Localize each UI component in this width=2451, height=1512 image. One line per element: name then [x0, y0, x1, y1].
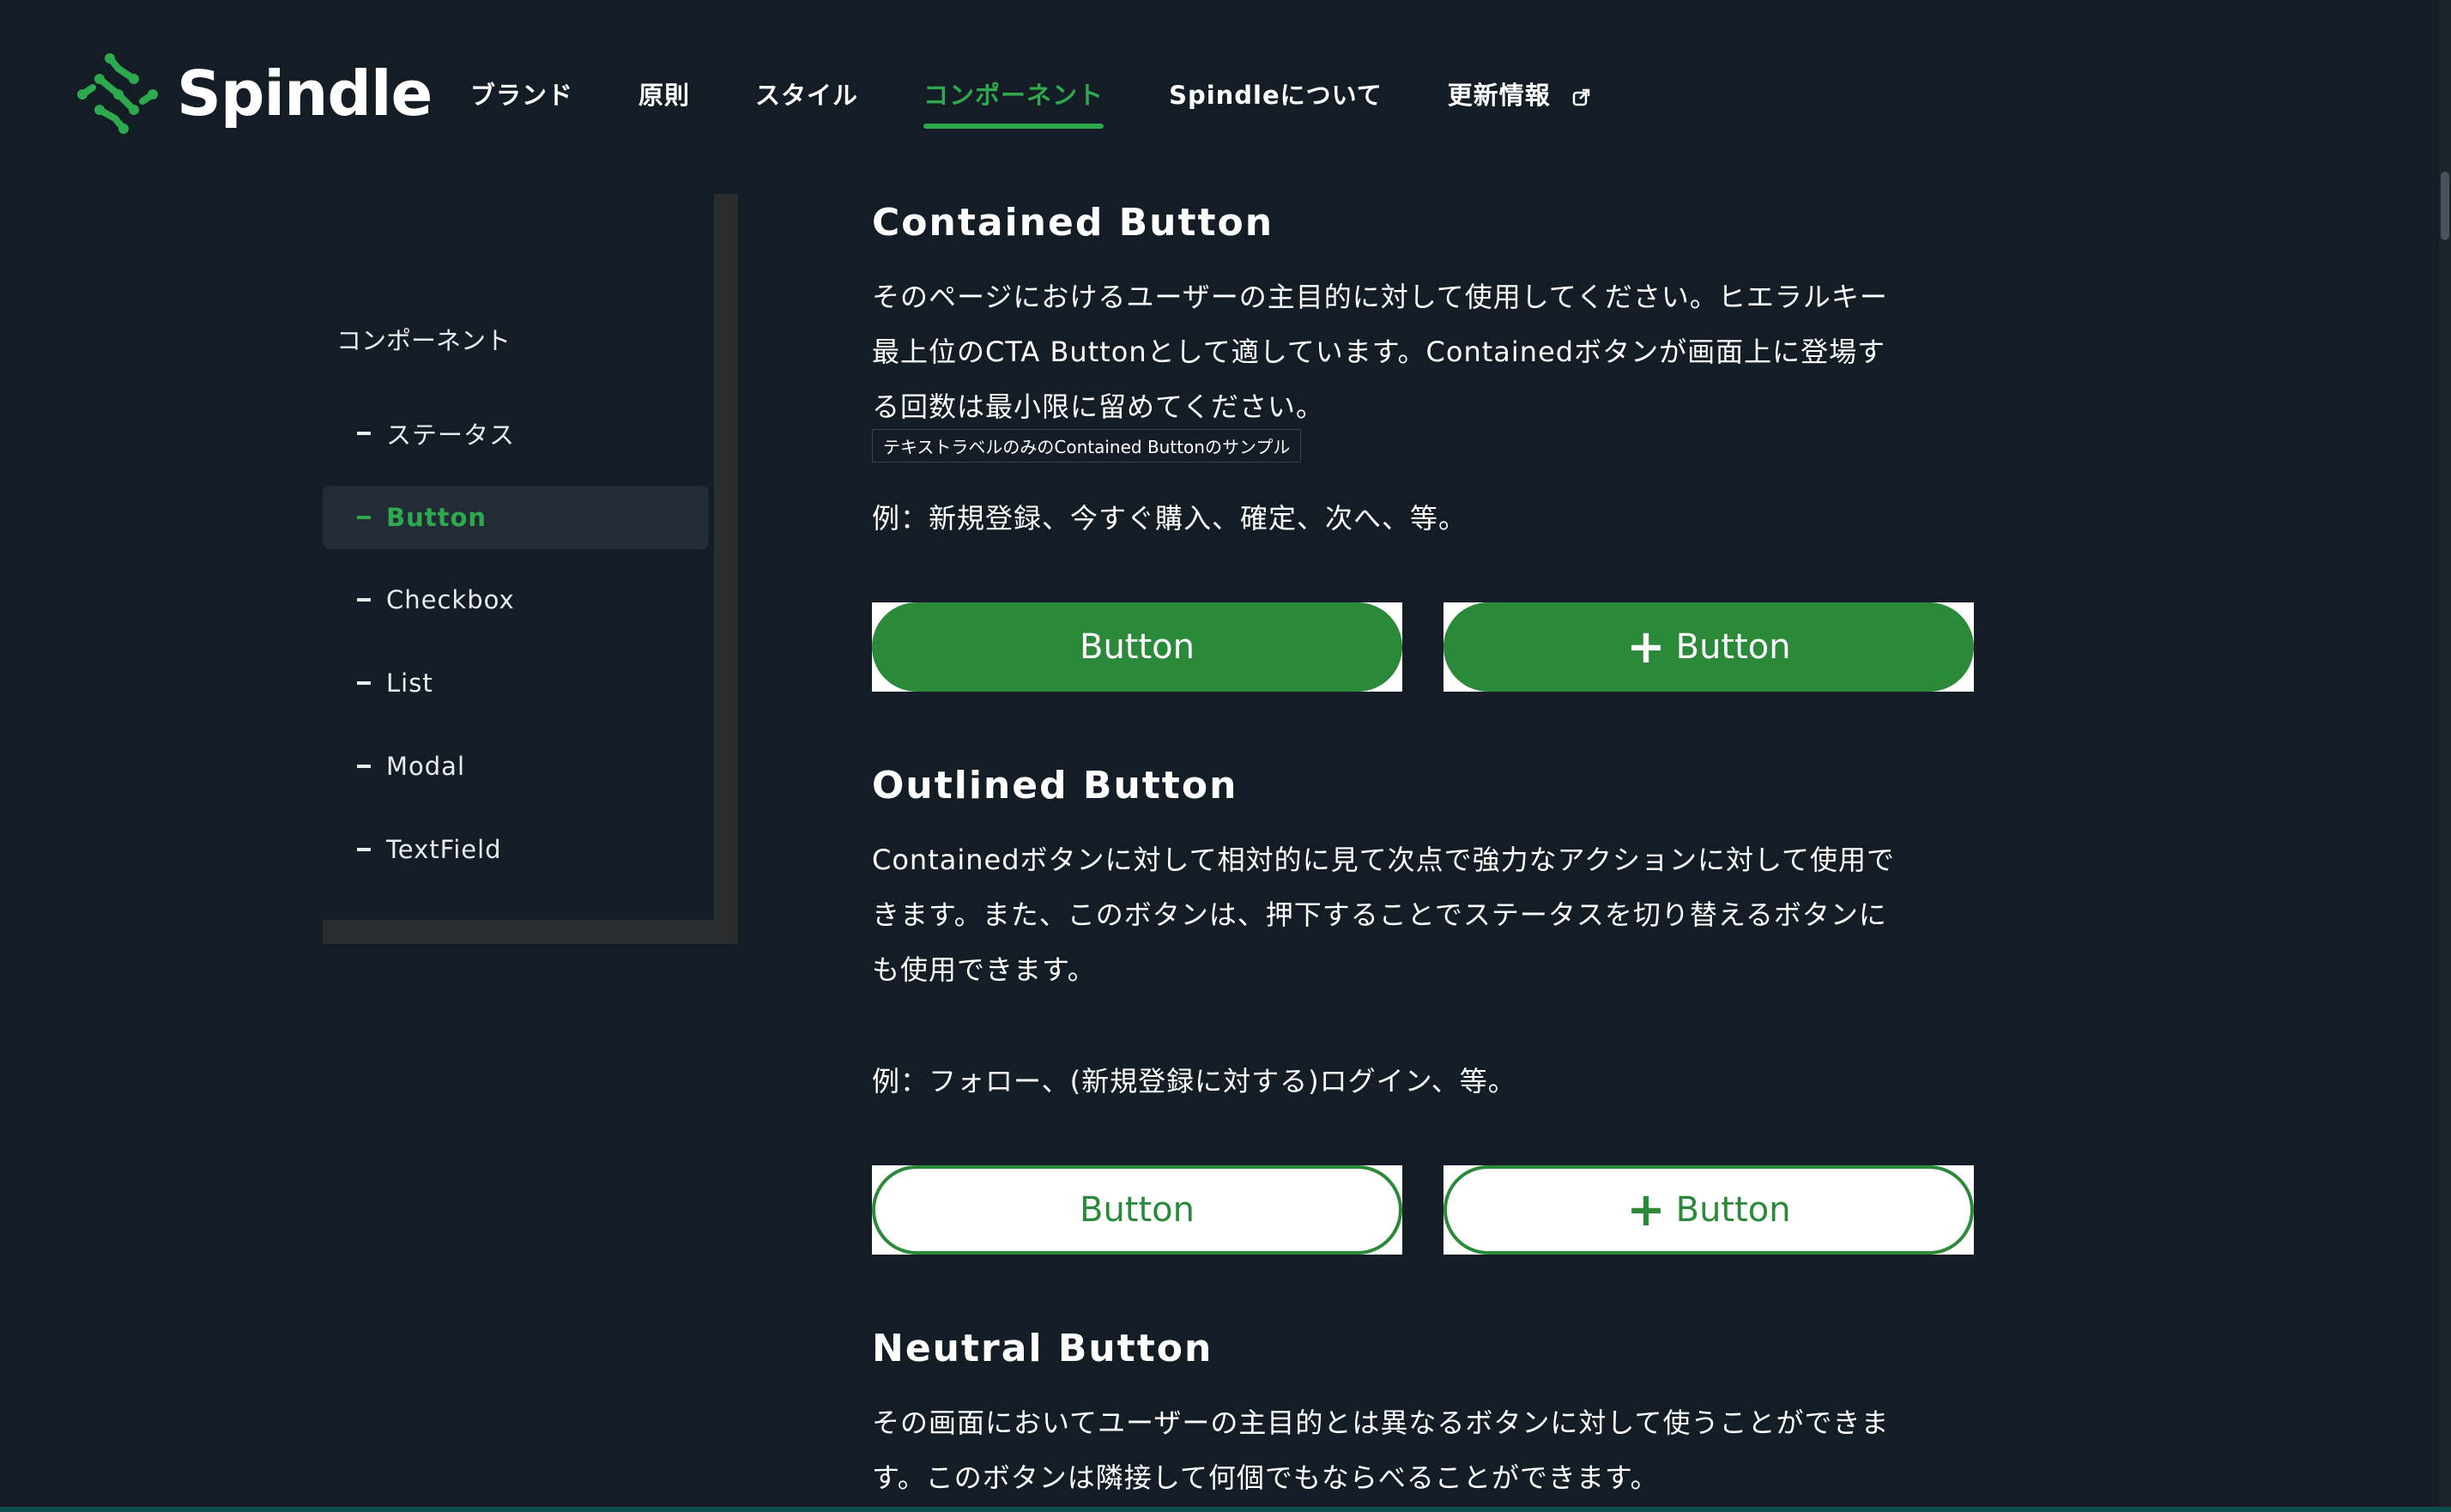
dash-icon — [357, 432, 371, 435]
contained-desc-line-2: 最上位のCTA Buttonとして適しています。Containedボタンが画面上… — [872, 336, 1886, 368]
outlined-button-section: Outlined Button — [872, 767, 1970, 805]
nav-item-about-spindle[interactable]: Spindleについて — [1169, 76, 1383, 112]
contained-desc-line-1: そのページにおけるユーザーの主目的に対して使用してください。ヒエラルキー — [872, 281, 1888, 313]
outlined-desc-line-1: Containedボタンに対して相対的に見て次点で強力なアクションに対して使用で — [872, 844, 1896, 876]
neutral-description: その画面においてユーザーの主目的とは異なるボタンに対して使うことができま す。こ… — [872, 1395, 1970, 1505]
section-title-contained: Contained Button — [872, 201, 1274, 245]
plus-icon: + — [1626, 620, 1666, 674]
nav-item-style[interactable]: スタイル — [755, 76, 858, 112]
sidebar-item-list[interactable]: List — [323, 651, 709, 715]
sidebar: コンポーネント ステータス Button Checkbox List Modal… — [323, 194, 738, 944]
outlined-description: Containedボタンに対して相対的に見て次点で強力なアクションに対して使用で… — [872, 832, 1970, 997]
sidebar-item-label: Modal — [386, 752, 465, 781]
dash-icon — [357, 681, 371, 685]
page-scrollbar-thumb[interactable] — [2441, 172, 2449, 240]
dash-icon — [357, 598, 371, 602]
contained-icon-button[interactable]: + Button — [1443, 602, 1974, 692]
sidebar-item-modal[interactable]: Modal — [323, 735, 709, 798]
main-nav: ブランド 原則 スタイル コンポーネント Spindleについて 更新情報 — [470, 76, 1656, 129]
outlined-example: 例：フォロー、(新規登録に対する)ログイン、等。 — [872, 1054, 1970, 1109]
nav-item-updates[interactable]: 更新情報 — [1448, 76, 1591, 112]
outlined-button-sample-frame: Button — [872, 1165, 1402, 1255]
nav-item-updates-label: 更新情報 — [1447, 81, 1551, 110]
outlined-button[interactable]: Button — [872, 1165, 1402, 1255]
spindle-logo[interactable]: Spindle — [74, 48, 433, 139]
neutral-button-section: Neutral Button — [872, 1330, 1970, 1368]
button-label: Button — [1675, 627, 1791, 667]
button-label: Button — [1080, 1190, 1195, 1230]
contained-desc-line-3: る回数は最小限に留めてください。 — [872, 390, 1325, 423]
bottom-edge-bar — [0, 1507, 2451, 1512]
app-root: Spindle ブランド 原則 スタイル コンポーネント Spindleについて… — [0, 0, 2451, 1512]
neutral-desc-line-1: その画面においてユーザーの主目的とは異なるボタンに対して使うことができま — [872, 1406, 1890, 1439]
contained-description: そのページにおけるユーザーの主目的に対して使用してください。ヒエラルキー 最上位… — [872, 269, 1970, 434]
sidebar-item-label: Button — [386, 503, 487, 532]
sidebar-item-textfield[interactable]: TextField — [323, 818, 709, 881]
dash-icon — [357, 765, 371, 768]
sidebar-heading: コンポーネント — [336, 326, 511, 355]
external-link-icon — [1572, 88, 1590, 106]
outlined-icon-button[interactable]: + Button — [1443, 1165, 1974, 1255]
sidebar-item-status[interactable]: ステータス — [323, 402, 709, 465]
contained-example: 例：新規登録、今すぐ購入、確定、次へ、等。 — [872, 491, 1970, 546]
nav-item-components[interactable]: コンポーネント — [923, 76, 1104, 129]
sidebar-item-button[interactable]: Button — [323, 486, 709, 549]
contained-buttons-row: Button + Button — [872, 602, 1974, 692]
sidebar-item-label: ステータス — [386, 420, 516, 450]
neutral-desc-line-2: す。このボタンは隣接して何個でもならべることができます。 — [872, 1461, 1659, 1494]
site-header: Spindle ブランド 原則 スタイル コンポーネント Spindleについて… — [0, 0, 2451, 189]
outlined-desc-line-3: も使用できます。 — [872, 953, 1096, 986]
sidebar-item-label: Checkbox — [386, 585, 515, 614]
outlined-buttons-row: Button + Button — [872, 1165, 1974, 1255]
button-label: Button — [1080, 627, 1195, 667]
dash-icon — [357, 848, 371, 851]
logo-wordmark: Spindle — [177, 57, 433, 130]
page-scrollbar[interactable] — [2439, 0, 2451, 1512]
sidebar-item-label: TextField — [386, 835, 502, 864]
contained-icon-button-sample-frame: + Button — [1443, 602, 1974, 692]
spindle-logo-icon — [77, 53, 158, 134]
nav-item-principles[interactable]: 原則 — [638, 76, 690, 112]
plus-icon: + — [1626, 1182, 1666, 1237]
button-label: Button — [1675, 1190, 1791, 1230]
contained-sample-tooltip: テキストラベルのみのContained Buttonのサンプル — [872, 429, 1302, 463]
contained-button[interactable]: Button — [872, 602, 1402, 692]
sidebar-item-checkbox[interactable]: Checkbox — [323, 568, 709, 632]
dash-icon — [357, 516, 371, 519]
section-title-outlined: Outlined Button — [872, 764, 1238, 807]
sidebar-item-label: List — [386, 668, 433, 698]
contained-button-sample-frame: Button — [872, 602, 1402, 692]
section-title-neutral: Neutral Button — [872, 1327, 1213, 1370]
outlined-desc-line-2: きます。また、このボタンは、押下することでステータスを切り替えるボタンに — [872, 898, 1887, 931]
nav-item-brand[interactable]: ブランド — [470, 76, 573, 112]
outlined-icon-button-sample-frame: + Button — [1443, 1165, 1974, 1255]
contained-button-section: Contained Button — [872, 204, 1970, 242]
contained-example-text: 例：新規登録、今すぐ購入、確定、次へ、等。 — [872, 502, 1468, 535]
outlined-example-text: 例：フォロー、(新規登録に対する)ログイン、等。 — [872, 1065, 1516, 1098]
